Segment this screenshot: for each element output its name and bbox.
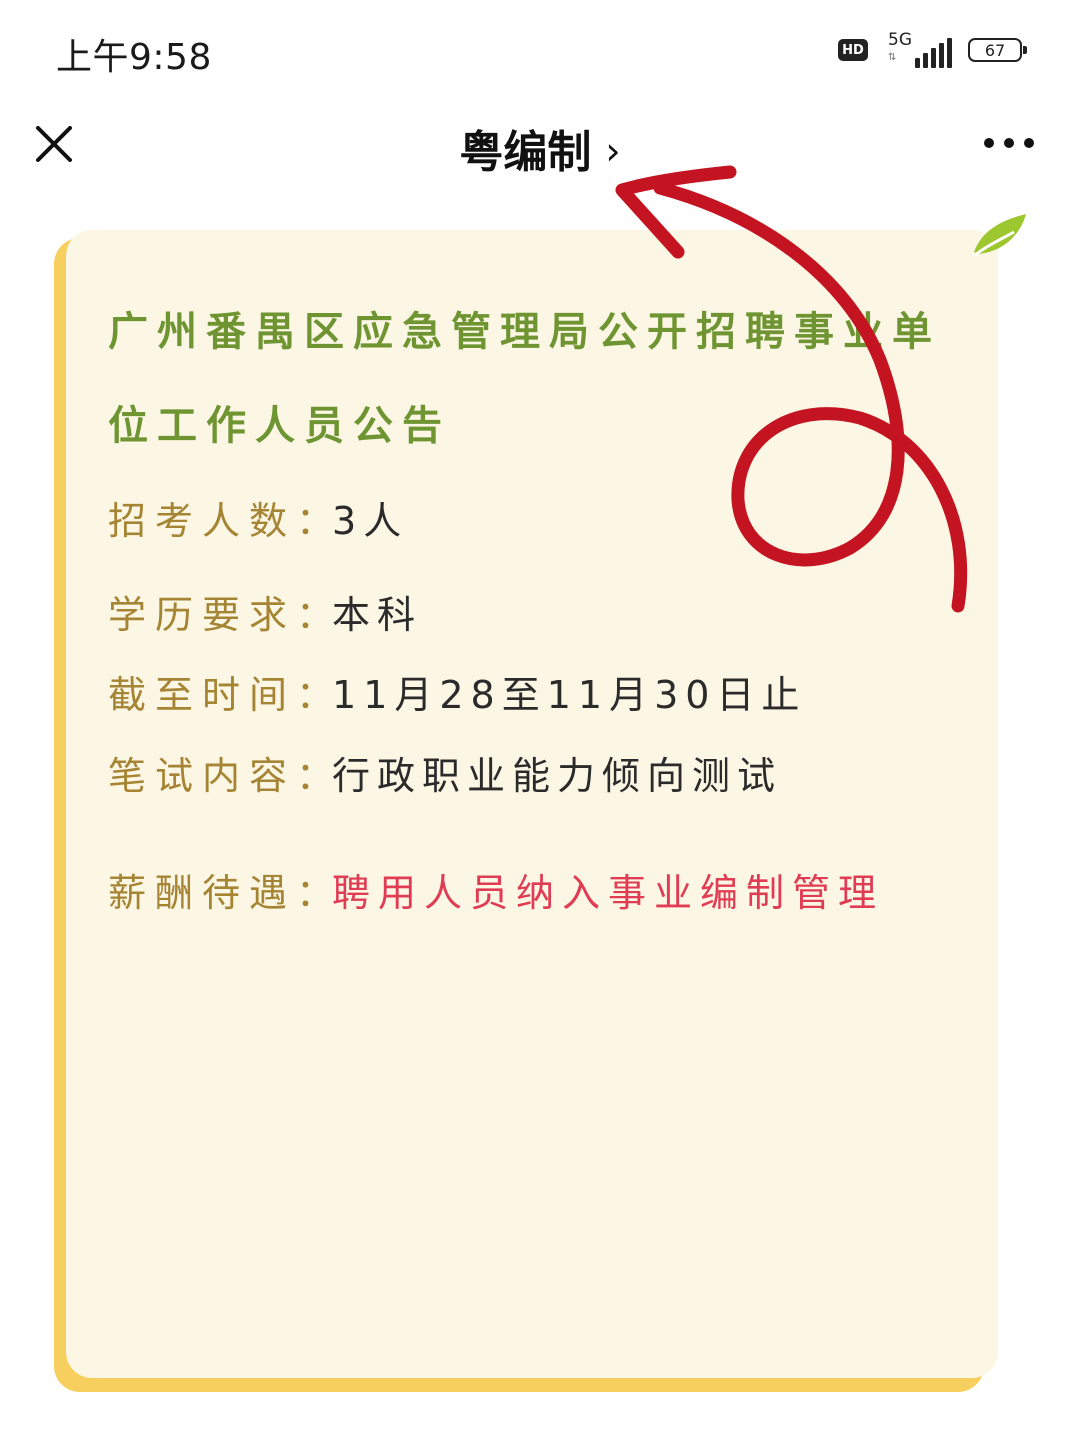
info-row-exam: 笔试内容：行政职业能力倾向测试 bbox=[108, 751, 782, 801]
status-time: 上午9:58 bbox=[56, 37, 212, 78]
signal-icon: 5G ⇅ bbox=[886, 30, 952, 68]
info-label: 截至时间 bbox=[108, 673, 297, 717]
info-value-highlight: 聘用人员纳入事业编制管理 bbox=[332, 871, 885, 915]
more-dot-icon bbox=[1004, 138, 1014, 148]
leaf-icon bbox=[973, 214, 1026, 258]
battery-level: 67 bbox=[984, 40, 1006, 60]
info-colon: ： bbox=[296, 593, 335, 637]
info-label: 招考人数 bbox=[108, 499, 297, 543]
info-value: 3人 bbox=[332, 499, 409, 543]
nav-bar: 粤编制 › bbox=[0, 96, 1080, 206]
status-icons: HD 5G ⇅ 67 bbox=[838, 30, 1027, 70]
chevron-right-icon: › bbox=[605, 129, 621, 173]
info-value: 11月28至11月30日止 bbox=[332, 673, 807, 717]
battery-icon: 67 bbox=[968, 38, 1027, 62]
more-button[interactable] bbox=[984, 138, 1034, 148]
hd-icon: HD bbox=[838, 39, 868, 61]
info-value: 本科 bbox=[332, 593, 423, 637]
more-dot-icon bbox=[984, 138, 994, 148]
info-row-education: 学历要求：本科 bbox=[108, 590, 422, 640]
info-colon: ： bbox=[296, 871, 335, 915]
info-colon: ： bbox=[296, 673, 335, 717]
notice-title: 广州番禺区应急管理局公开招聘事业单位工作人员公告 bbox=[108, 309, 941, 449]
signal-bars-icon bbox=[915, 38, 952, 68]
info-label: 薪酬待遇 bbox=[108, 871, 297, 915]
info-row-salary: 薪酬待遇：聘用人员纳入事业编制管理 bbox=[108, 868, 884, 918]
info-value: 行政职业能力倾向测试 bbox=[332, 754, 783, 798]
info-label: 笔试内容 bbox=[108, 754, 297, 798]
status-bar: 上午9:58 HD 5G ⇅ 67 bbox=[0, 0, 1080, 96]
page-title: 粤编制 bbox=[459, 127, 592, 178]
info-colon: ： bbox=[296, 754, 335, 798]
info-row-deadline: 截至时间：11月28至11月30日止 bbox=[108, 670, 806, 720]
more-dot-icon bbox=[1024, 138, 1034, 148]
info-label: 学历要求 bbox=[108, 593, 297, 637]
info-row-count: 招考人数：3人 bbox=[108, 496, 408, 546]
network-type-label: 5G bbox=[888, 30, 912, 50]
account-title-link[interactable]: 粤编制 › bbox=[0, 116, 1080, 180]
info-colon: ： bbox=[296, 499, 335, 543]
data-arrows-icon: ⇅ bbox=[888, 52, 897, 63]
